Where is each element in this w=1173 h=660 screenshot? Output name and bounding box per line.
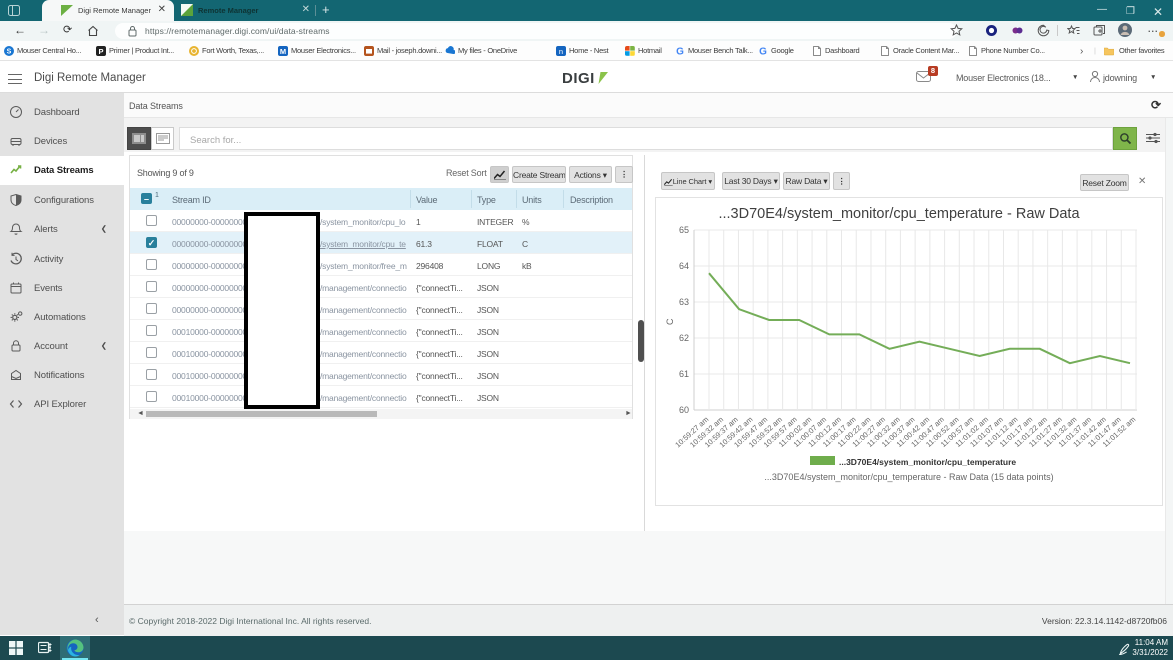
- svg-text:C: C: [665, 318, 675, 325]
- svg-text:S: S: [7, 48, 12, 55]
- svg-text:60: 60: [679, 405, 689, 415]
- svg-text:62: 62: [679, 333, 689, 343]
- svg-text:M: M: [280, 47, 286, 56]
- svg-text:n: n: [559, 47, 563, 56]
- svg-text:P: P: [98, 47, 103, 56]
- svg-text:61: 61: [679, 369, 689, 379]
- svg-text:64: 64: [679, 261, 689, 271]
- svg-text:63: 63: [679, 297, 689, 307]
- svg-text:G: G: [759, 46, 767, 56]
- svg-text:65: 65: [679, 225, 689, 235]
- svg-text:G: G: [676, 46, 684, 56]
